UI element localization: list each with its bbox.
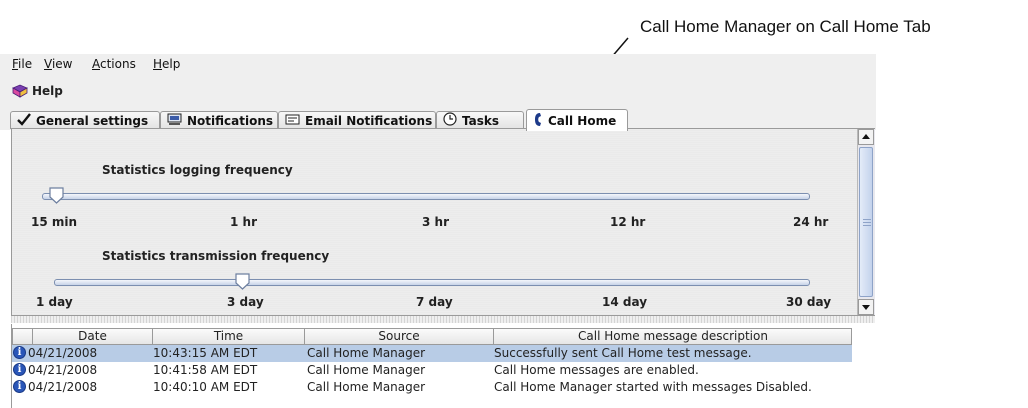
monitor-icon — [167, 113, 182, 129]
slider-thumb[interactable] — [49, 187, 64, 204]
info-icon: i — [13, 380, 26, 393]
clock-icon — [443, 112, 457, 129]
help-button-label: Help — [32, 84, 63, 98]
tab-email-notifications[interactable]: Email Notifications — [278, 111, 436, 129]
phone-icon — [533, 112, 543, 130]
cell-source: Call Home Manager — [307, 380, 426, 394]
table-header: Date Time Source Call Home message descr… — [12, 328, 852, 345]
menu-bar: File View Actions Help — [0, 54, 876, 76]
cell-time: 10:43:15 AM EDT — [153, 346, 258, 360]
logging-tick: 24 hr — [793, 215, 829, 229]
logging-tick: 1 hr — [230, 215, 257, 229]
menu-actions[interactable]: Actions — [92, 57, 136, 71]
tab-notifications[interactable]: Notifications — [160, 111, 278, 129]
callout-text: Call Home Manager on Call Home Tab — [640, 17, 931, 36]
tab-label: Notifications — [187, 113, 274, 128]
tab-label: Email Notifications — [305, 113, 433, 128]
scroll-down-button[interactable] — [858, 299, 874, 315]
tab-call-home[interactable]: Call Home — [526, 109, 628, 131]
call-home-settings-panel: Statistics logging frequency 15 min 1 hr… — [11, 128, 875, 316]
toolbar: Help — [0, 76, 876, 106]
column-header-source[interactable]: Source — [305, 329, 494, 344]
column-header-time[interactable]: Time — [153, 329, 305, 344]
cell-date: 04/21/2008 — [28, 346, 98, 360]
info-icon: i — [13, 363, 26, 376]
tab-bar: General settings Notifications Email Not… — [0, 106, 876, 131]
transmission-tick: 14 day — [602, 295, 648, 309]
call-home-messages-table: Date Time Source Call Home message descr… — [11, 324, 876, 408]
grip-line — [863, 222, 871, 223]
cell-date: 04/21/2008 — [28, 380, 98, 394]
column-header-date[interactable]: Date — [33, 329, 153, 344]
cell-description: Call Home messages are enabled. — [494, 363, 699, 377]
tab-label: Tasks — [462, 113, 500, 128]
column-header-description[interactable]: Call Home message description — [494, 329, 852, 344]
cell-description: Successfully sent Call Home test message… — [494, 346, 752, 360]
slider-track — [54, 279, 810, 286]
slider-thumb[interactable] — [235, 273, 250, 290]
transmission-tick: 3 day — [227, 295, 264, 309]
grip-line — [863, 225, 871, 226]
logging-tick: 15 min — [31, 215, 78, 229]
transmission-frequency-label: Statistics transmission frequency — [102, 249, 330, 263]
tab-label: General settings — [36, 113, 149, 128]
table-row[interactable]: i 04/21/2008 10:43:15 AM EDT Call Home M… — [12, 345, 852, 362]
menu-help[interactable]: Help — [153, 57, 180, 71]
pane-splitter[interactable] — [11, 316, 875, 323]
cell-time: 10:41:58 AM EDT — [153, 363, 258, 377]
email-icon — [285, 114, 300, 128]
logging-tick: 12 hr — [610, 215, 646, 229]
logging-frequency-label: Statistics logging frequency — [102, 163, 293, 177]
slider-track — [42, 193, 810, 200]
cell-source: Call Home Manager — [307, 363, 426, 377]
menu-view[interactable]: View — [44, 57, 72, 71]
cell-date: 04/21/2008 — [28, 363, 98, 377]
table-row[interactable]: i 04/21/2008 10:41:58 AM EDT Call Home M… — [12, 362, 852, 379]
help-button[interactable]: Help — [12, 84, 63, 98]
cell-time: 10:40:10 AM EDT — [153, 380, 258, 394]
cell-source: Call Home Manager — [307, 346, 426, 360]
arrow-up-icon — [862, 134, 870, 139]
scrollbar-thumb[interactable] — [859, 147, 873, 297]
cell-description: Call Home Manager started with messages … — [494, 380, 812, 394]
menu-file[interactable]: File — [12, 57, 32, 71]
transmission-tick: 1 day — [36, 295, 73, 309]
tab-general-settings[interactable]: General settings — [10, 111, 160, 129]
scroll-up-button[interactable] — [858, 129, 874, 145]
column-header-icon[interactable] — [13, 329, 33, 344]
vertical-scrollbar[interactable] — [857, 129, 875, 315]
logging-tick: 3 hr — [422, 215, 449, 229]
table-row[interactable]: i 04/21/2008 10:40:10 AM EDT Call Home M… — [12, 379, 852, 396]
tab-label: Call Home — [548, 113, 617, 128]
info-icon: i — [13, 346, 26, 359]
tab-tasks[interactable]: Tasks — [436, 111, 524, 129]
help-book-icon — [12, 84, 28, 98]
grip-line — [863, 219, 871, 220]
arrow-down-icon — [862, 305, 870, 310]
transmission-tick: 7 day — [416, 295, 453, 309]
transmission-tick: 30 day — [786, 295, 832, 309]
check-icon — [17, 112, 31, 129]
